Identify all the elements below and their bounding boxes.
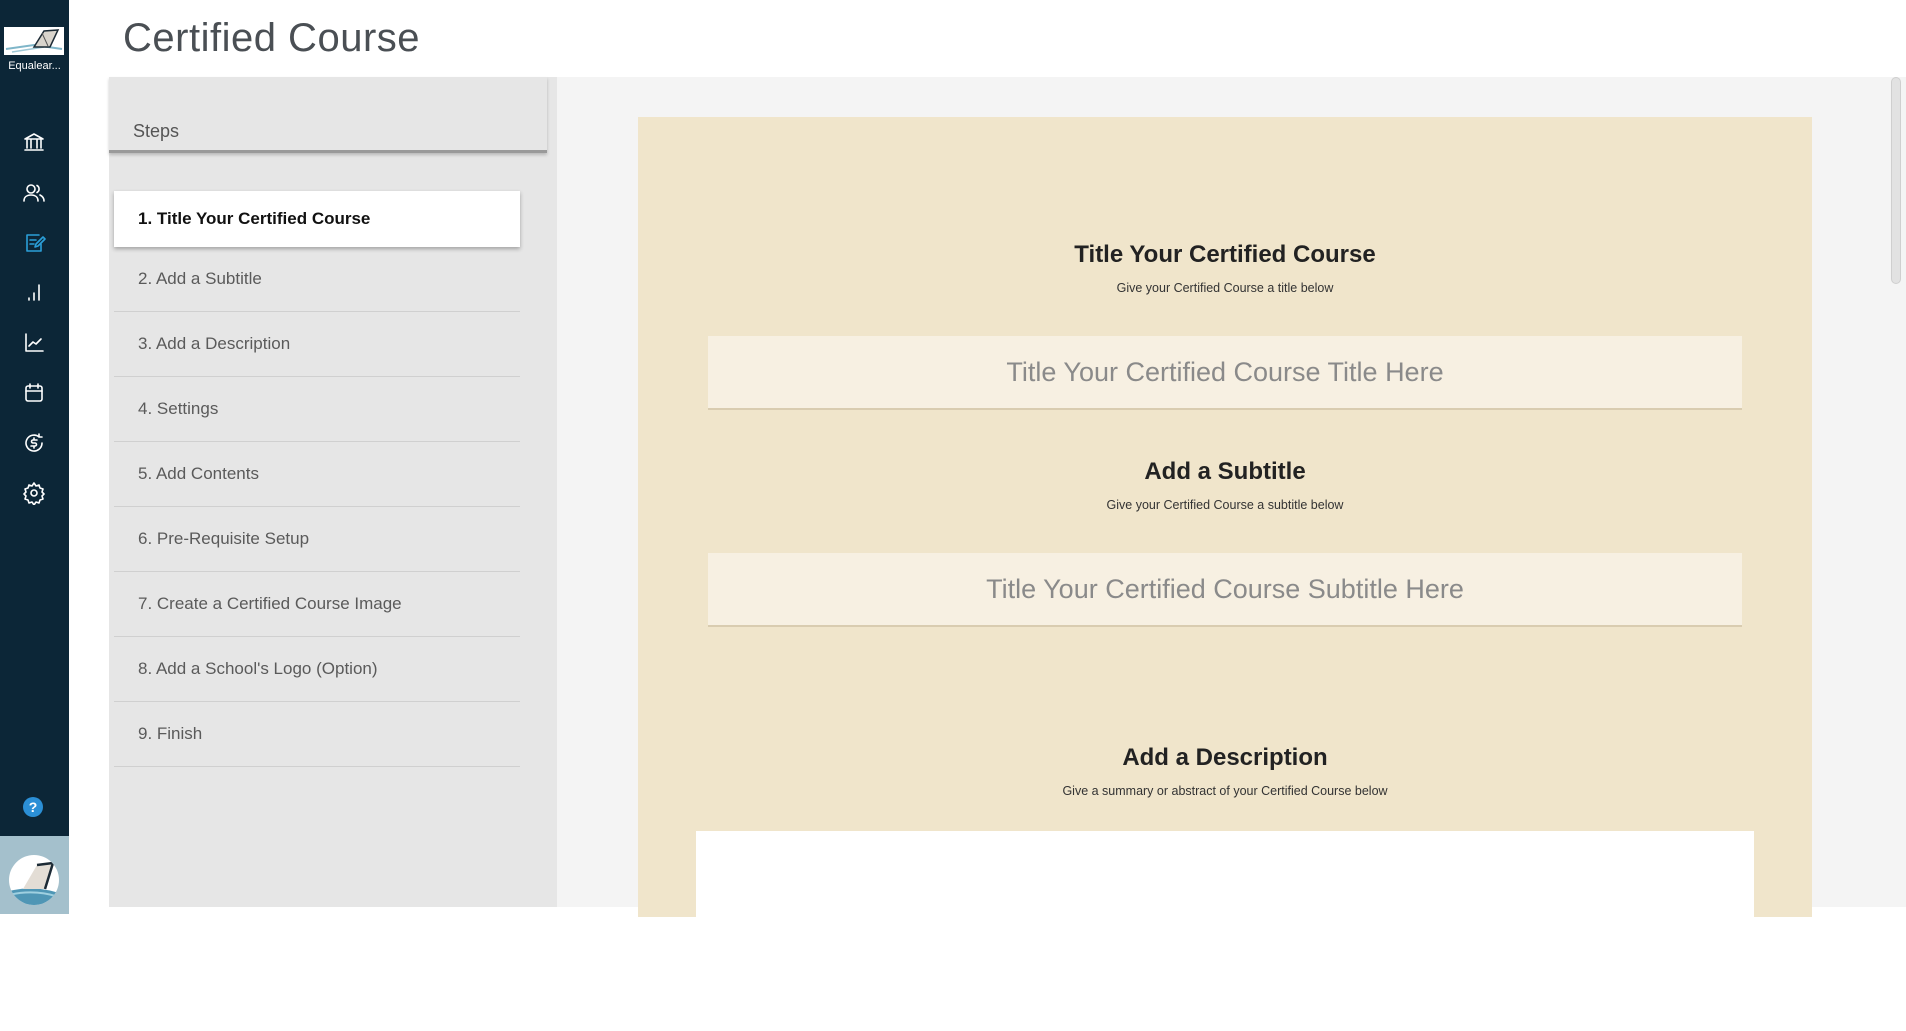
title-section-heading: Title Your Certified Course [1074, 241, 1376, 268]
edit-course-icon [26, 234, 46, 252]
avatar[interactable] [9, 855, 59, 905]
nav-institution[interactable] [20, 128, 48, 156]
calendar-icon [25, 383, 43, 402]
steps-header: Steps [109, 77, 547, 153]
nav-analytics[interactable] [20, 329, 48, 357]
step-course-image[interactable]: 7. Create a Certified Course Image [114, 572, 520, 637]
steps-panel: Steps 1. Title Your Certified Course 2. … [109, 77, 557, 907]
course-form-card: Title Your Certified Course Give your Ce… [638, 117, 1812, 1031]
dollar-icon [25, 433, 43, 452]
nav-payments[interactable] [20, 429, 48, 457]
step-list: 1. Title Your Certified Course 2. Add a … [114, 191, 520, 767]
subtitle-section-heading: Add a Subtitle [1144, 458, 1306, 485]
step-title[interactable]: 1. Title Your Certified Course [114, 191, 520, 247]
subtitle-section-subheading: Give your Certified Course a subtitle be… [1106, 498, 1344, 512]
nav-courses[interactable] [20, 229, 48, 257]
line-chart-icon [25, 333, 44, 352]
gear-icon [23, 482, 45, 505]
nav-reports[interactable] [20, 278, 48, 306]
page-title: Certified Course [123, 16, 421, 60]
scrollbar-thumb[interactable] [1891, 77, 1901, 284]
description-section-heading: Add a Description [1122, 744, 1328, 771]
steps-header-label: Steps [133, 121, 180, 141]
brand-logo [4, 27, 64, 55]
course-subtitle-input[interactable] [708, 553, 1742, 627]
brand[interactable]: Equalear... [0, 0, 69, 82]
institution-icon [24, 133, 44, 151]
course-title-input[interactable] [708, 336, 1742, 410]
global-nav: Equalear... ? [0, 0, 69, 914]
step-finish[interactable]: 9. Finish [114, 702, 520, 767]
nav-calendar[interactable] [20, 379, 48, 407]
users-icon [23, 184, 45, 202]
description-editor[interactable] [696, 831, 1754, 1031]
step-prerequisite-setup[interactable]: 6. Pre-Requisite Setup [114, 507, 520, 572]
step-subtitle[interactable]: 2. Add a Subtitle [114, 247, 520, 312]
main-content: Title Your Certified Course Give your Ce… [557, 77, 1890, 1031]
step-description[interactable]: 3. Add a Description [114, 312, 520, 377]
description-section-subheading: Give a summary or abstract of your Certi… [1062, 784, 1388, 798]
help-icon[interactable]: ? [23, 797, 43, 817]
step-school-logo[interactable]: 8. Add a School's Logo (Option) [114, 637, 520, 702]
nav-settings[interactable] [20, 479, 48, 507]
step-settings[interactable]: 4. Settings [114, 377, 520, 442]
bar-chart-icon [28, 284, 40, 301]
brand-name: Equalear... [8, 60, 61, 72]
step-add-contents[interactable]: 5. Add Contents [114, 442, 520, 507]
nav-users[interactable] [20, 179, 48, 207]
title-section-subheading: Give your Certified Course a title below [1116, 281, 1334, 295]
